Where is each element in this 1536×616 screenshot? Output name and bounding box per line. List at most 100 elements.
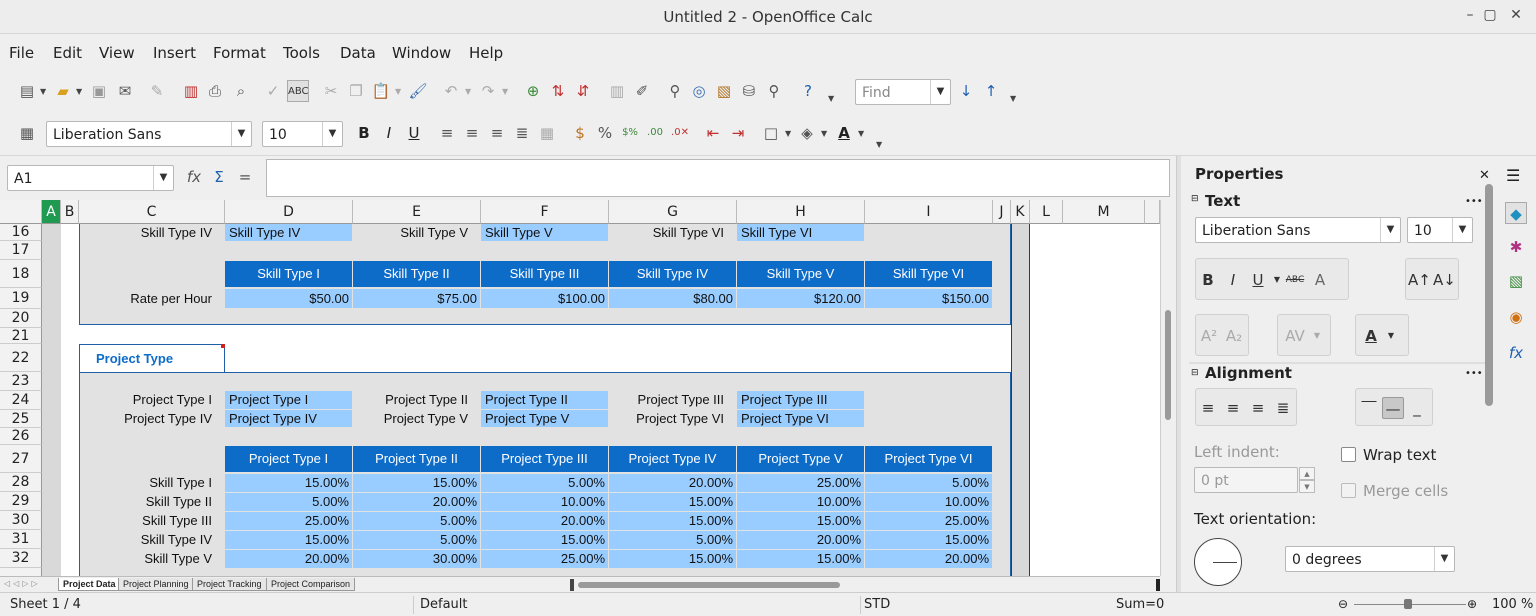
find-previous-icon[interactable]: ↑ [980, 80, 1002, 102]
mix-cell[interactable]: 10.00% [737, 493, 864, 511]
row-header-30[interactable]: 30 [0, 511, 42, 530]
rate-value-6[interactable]: $150.00 [865, 289, 992, 308]
zoom-in-icon[interactable]: ⊕ [1467, 597, 1477, 611]
justify-icon[interactable]: ≣ [511, 122, 533, 144]
select-all-corner[interactable] [0, 200, 42, 224]
left-indent-input[interactable]: 0 pt [1194, 467, 1298, 493]
styles-icon[interactable]: ▦ [16, 122, 38, 144]
mix-cell[interactable]: 15.00% [225, 474, 352, 492]
sum-icon[interactable]: Σ [208, 166, 230, 188]
project-label-iii[interactable]: Project Type III [609, 391, 737, 409]
mix-cell[interactable]: 15.00% [225, 531, 352, 549]
row-header-27[interactable]: 27 [0, 445, 42, 473]
orientation-dial[interactable] [1194, 538, 1242, 586]
rate-value-2[interactable]: $75.00 [353, 289, 480, 308]
underline-icon[interactable]: U [403, 122, 425, 144]
chevron-down-icon[interactable]: ▼ [76, 87, 82, 96]
properties-deck-icon[interactable]: ◆ [1505, 202, 1527, 224]
menu-file[interactable]: File [9, 44, 34, 62]
mix-cell[interactable]: 20.00% [353, 493, 480, 511]
functions-deck-icon[interactable]: fx [1505, 342, 1527, 364]
mix-cell[interactable]: 15.00% [609, 512, 736, 530]
rate-label[interactable]: Rate per Hour [79, 289, 225, 308]
sort-descending-icon[interactable]: ⇵ [572, 80, 594, 102]
column-header-extra[interactable] [1145, 200, 1160, 224]
sidebar-scroll-thumb[interactable] [1485, 184, 1493, 406]
mix-row-label[interactable]: Skill Type I [79, 474, 225, 492]
text-more-options-icon[interactable]: ••• [1465, 196, 1483, 207]
mix-cell[interactable]: 20.00% [737, 531, 864, 549]
align-center-icon[interactable]: ≡ [461, 122, 483, 144]
sidebar-italic-icon[interactable]: I [1222, 269, 1244, 291]
mix-cell[interactable]: 15.00% [865, 531, 992, 549]
selection-mode[interactable]: STD [864, 597, 890, 612]
project-label-i[interactable]: Project Type I [79, 391, 225, 409]
formula-input[interactable] [266, 159, 1170, 197]
row-header-16[interactable]: 16 [0, 224, 42, 241]
skill-input-vi[interactable]: Skill Type VI [737, 224, 864, 241]
menu-edit[interactable]: Edit [53, 44, 82, 62]
menu-data[interactable]: Data [340, 44, 376, 62]
standard-format-icon[interactable]: $% [619, 122, 641, 144]
menu-insert[interactable]: Insert [153, 44, 196, 62]
mix-cell[interactable]: 25.00% [225, 512, 352, 530]
strikethrough-icon[interactable]: ABC [1284, 269, 1306, 291]
tab-project-data[interactable]: Project Data [58, 578, 121, 591]
close-sidebar-icon[interactable]: ✕ [1479, 168, 1490, 183]
sidebar-font-name[interactable]: Liberation Sans ▼ [1195, 217, 1401, 243]
row-header-31[interactable]: 31 [0, 530, 42, 549]
show-draw-functions-icon[interactable]: ✐ [631, 80, 653, 102]
skill-label-vi[interactable]: Skill Type VI [609, 224, 737, 241]
vertical-scroll-thumb[interactable] [1165, 310, 1171, 420]
zoom-level[interactable]: 100 % [1492, 597, 1533, 612]
align-bottom-icon[interactable]: _ [1406, 397, 1428, 419]
row-header-23[interactable]: 23 [0, 372, 42, 391]
edit-file-icon[interactable]: ✎ [146, 80, 168, 102]
toolbar-overflow-icon[interactable]: ▼ [828, 94, 834, 103]
increase-indent-icon[interactable]: ⇥ [727, 122, 749, 144]
align-top-icon[interactable]: ⎺ [1358, 397, 1380, 419]
skill-header-5[interactable]: Skill Type V [737, 261, 864, 287]
skill-label-v[interactable]: Skill Type V [353, 224, 481, 241]
orientation-degrees[interactable]: 0 degrees ▼ [1285, 546, 1455, 572]
zoom-icon[interactable]: ⚲ [763, 80, 785, 102]
maximize-icon[interactable]: ▢ [1480, 7, 1500, 23]
rate-value-5[interactable]: $120.00 [737, 289, 864, 308]
mix-cell[interactable]: 20.00% [225, 550, 352, 568]
mix-row-label[interactable]: Skill Type V [79, 550, 225, 568]
skill-input-v[interactable]: Skill Type V [481, 224, 608, 241]
mix-row-label[interactable]: Skill Type III [79, 512, 225, 530]
mix-cell[interactable]: 15.00% [737, 512, 864, 530]
print-icon[interactable]: ⎙ [204, 80, 226, 102]
data-sources-icon[interactable]: ⛁ [738, 80, 760, 102]
project-label-ii[interactable]: Project Type II [353, 391, 481, 409]
menu-window[interactable]: Window [392, 44, 451, 62]
decrease-font-icon[interactable]: A↓ [1433, 269, 1456, 291]
column-header-b[interactable]: B [61, 200, 79, 224]
find-replace-icon[interactable]: ⚲ [664, 80, 686, 102]
spreadsheet-grid[interactable]: A B C D E F G H I J K L M 16 17 18 19 20… [0, 200, 1160, 576]
zoom-slider-thumb[interactable] [1404, 599, 1412, 609]
spellcheck-icon[interactable]: ✓ [262, 80, 284, 102]
skill-header-6[interactable]: Skill Type VI [865, 261, 992, 287]
chevron-down-icon[interactable]: ▼ [858, 129, 864, 138]
redo-icon[interactable]: ↷ [477, 80, 499, 102]
tab-project-planning[interactable]: Project Planning [118, 578, 194, 591]
chevron-down-icon[interactable]: ▼ [153, 166, 173, 190]
font-size-box[interactable]: 10 ▼ [262, 121, 343, 147]
chevron-down-icon[interactable]: ▼ [322, 122, 342, 146]
collapse-alignment-icon[interactable]: ⊟ [1191, 368, 1199, 378]
increase-font-icon[interactable]: A↑ [1408, 269, 1431, 291]
chevron-down-icon[interactable]: ▼ [40, 87, 46, 96]
column-header-m[interactable]: M [1063, 200, 1145, 224]
chevron-down-icon[interactable]: ▼ [502, 87, 508, 96]
indent-up-icon[interactable]: ▲ [1299, 467, 1315, 480]
column-header-d[interactable]: D [225, 200, 353, 224]
cut-icon[interactable]: ✂ [320, 80, 342, 102]
mix-cell[interactable]: 5.00% [609, 531, 736, 549]
sidebar-align-left-icon[interactable]: ≡ [1197, 397, 1219, 419]
character-spacing-icon[interactable]: AV [1284, 325, 1306, 347]
page-style[interactable]: Default [420, 597, 468, 612]
paste-icon[interactable]: 📋 [370, 80, 392, 102]
mix-cell[interactable]: 20.00% [865, 550, 992, 568]
